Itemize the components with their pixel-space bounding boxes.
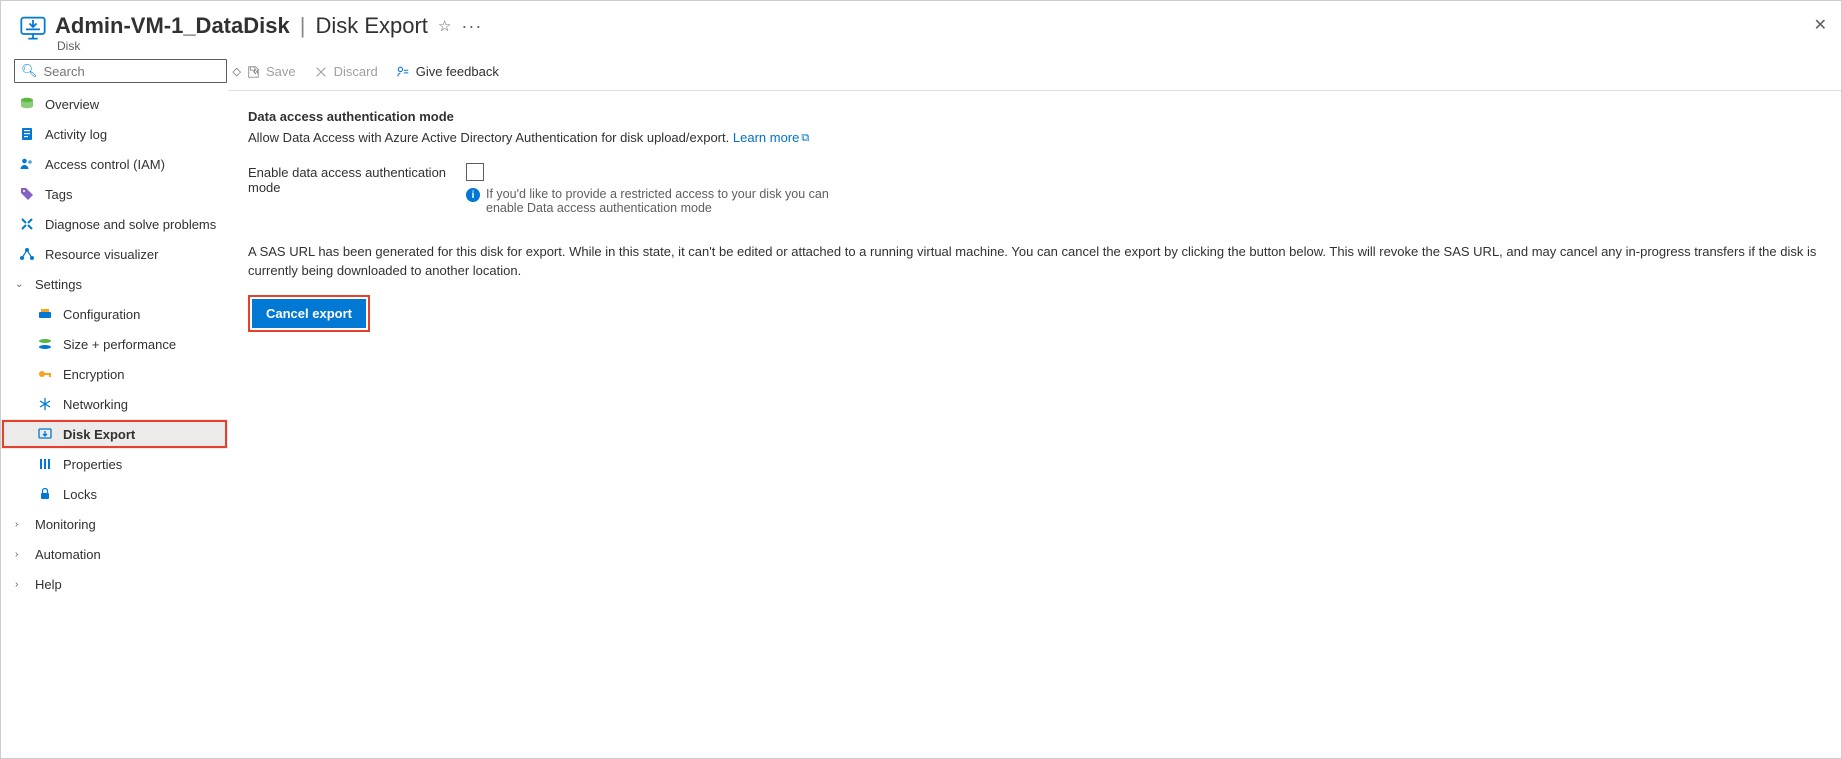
sidebar-group-automation[interactable]: ›Automation — [1, 539, 228, 569]
toolbar: Save Discard Give feedback — [228, 53, 1841, 91]
key-icon — [37, 366, 53, 382]
favorite-star-icon[interactable]: ☆ — [438, 17, 451, 35]
section-title: Disk Export — [315, 13, 427, 39]
people-icon — [19, 156, 35, 172]
info-note: i If you'd like to provide a restricted … — [466, 187, 846, 215]
network-icon — [37, 396, 53, 412]
disk-icon — [19, 13, 47, 41]
log-icon — [19, 126, 35, 142]
tag-icon — [19, 186, 35, 202]
section-description: Allow Data Access with Azure Active Dire… — [248, 130, 1821, 145]
sas-description: A SAS URL has been generated for this di… — [248, 243, 1821, 281]
sidebar-item-activity-log[interactable]: Activity log — [1, 119, 228, 149]
feedback-button[interactable]: Give feedback — [396, 64, 499, 79]
search-input[interactable] — [44, 64, 220, 79]
title-divider: | — [290, 13, 316, 39]
info-icon: i — [466, 188, 480, 202]
sidebar-item-networking[interactable]: Networking — [1, 389, 228, 419]
chevron-right-icon: › — [15, 579, 25, 590]
chevron-down-icon: ⌄ — [15, 279, 25, 290]
sidebar-item-configuration[interactable]: Configuration — [1, 299, 228, 329]
disk-stack-icon — [19, 96, 35, 112]
close-icon[interactable]: ✕ — [1814, 15, 1827, 35]
more-menu-icon[interactable]: ··· — [461, 21, 482, 31]
resource-title: Admin-VM-1_DataDisk — [55, 13, 290, 39]
perf-icon — [37, 336, 53, 352]
sidebar: 🔍︎ ◇ « Overview Activity log Access cont… — [1, 53, 228, 758]
external-link-icon: ⧉ — [801, 132, 809, 144]
sidebar-item-properties[interactable]: Properties — [1, 449, 228, 479]
search-icon: 🔍︎ — [21, 63, 38, 79]
sidebar-item-resource-visualizer[interactable]: Resource visualizer — [1, 239, 228, 269]
sidebar-item-encryption[interactable]: Encryption — [1, 359, 228, 389]
discard-button: Discard — [314, 64, 378, 79]
props-icon — [37, 456, 53, 472]
discard-icon — [314, 65, 328, 79]
cancel-export-button[interactable]: Cancel export — [252, 299, 366, 328]
chevron-right-icon: › — [15, 519, 25, 530]
sidebar-group-help[interactable]: ›Help — [1, 569, 228, 599]
section-heading: Data access authentication mode — [248, 109, 1821, 124]
sidebar-item-tags[interactable]: Tags — [1, 179, 228, 209]
lock-icon — [37, 486, 53, 502]
sidebar-search[interactable]: 🔍︎ — [14, 59, 227, 83]
save-icon — [246, 65, 260, 79]
learn-more-link[interactable]: Learn more⧉ — [733, 130, 809, 145]
config-icon — [37, 306, 53, 322]
export-icon — [37, 426, 53, 442]
chevron-right-icon: › — [15, 549, 25, 560]
sidebar-item-locks[interactable]: Locks — [1, 479, 228, 509]
cancel-export-highlight: Cancel export — [248, 295, 370, 332]
feedback-icon — [396, 65, 410, 79]
main-content: Save Discard Give feedback Data access a… — [228, 53, 1841, 758]
graph-icon — [19, 246, 35, 262]
sidebar-item-overview[interactable]: Overview — [1, 89, 228, 119]
resource-type: Disk — [55, 39, 290, 53]
sidebar-item-size-performance[interactable]: Size + performance — [1, 329, 228, 359]
sidebar-item-diagnose[interactable]: Diagnose and solve problems — [1, 209, 228, 239]
sidebar-item-iam[interactable]: Access control (IAM) — [1, 149, 228, 179]
tools-icon — [19, 216, 35, 232]
page-header: Admin-VM-1_DataDisk Disk | Disk Export ☆… — [1, 1, 1841, 53]
enable-auth-label: Enable data access authentication mode — [248, 163, 448, 195]
sidebar-group-settings[interactable]: ⌄Settings — [1, 269, 228, 299]
save-button: Save — [246, 64, 296, 79]
enable-auth-checkbox[interactable] — [466, 163, 484, 181]
sidebar-item-disk-export[interactable]: Disk Export — [1, 419, 228, 449]
sidebar-group-monitoring[interactable]: ›Monitoring — [1, 509, 228, 539]
